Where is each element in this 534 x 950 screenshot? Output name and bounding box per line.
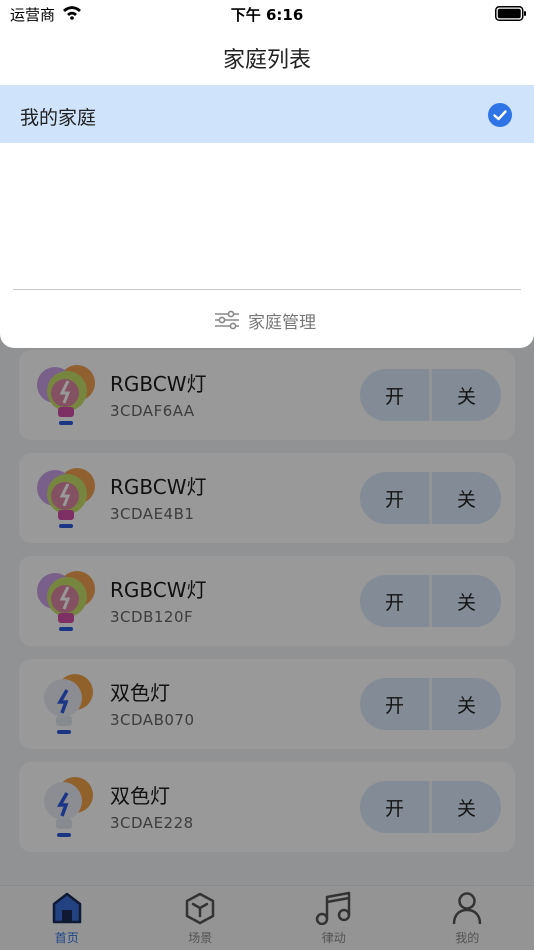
status-bar: 运营商 下午 6:16 (0, 0, 534, 28)
home-manage-button[interactable]: 家庭管理 (214, 307, 316, 333)
divider (13, 289, 521, 290)
checkmark-icon (488, 103, 512, 127)
home-list-item[interactable]: 我的家庭 (0, 85, 534, 143)
battery-icon (495, 6, 526, 21)
home-list-sheet: 运营商 下午 6:16 家庭列表 我的家庭 家庭管理 (0, 0, 534, 348)
status-time: 下午 6:16 (230, 6, 304, 24)
sliders-icon (215, 310, 239, 330)
home-name: 我的家庭 (20, 107, 97, 129)
sheet-title: 家庭列表 (222, 48, 311, 73)
home-manage-label: 家庭管理 (248, 312, 316, 333)
